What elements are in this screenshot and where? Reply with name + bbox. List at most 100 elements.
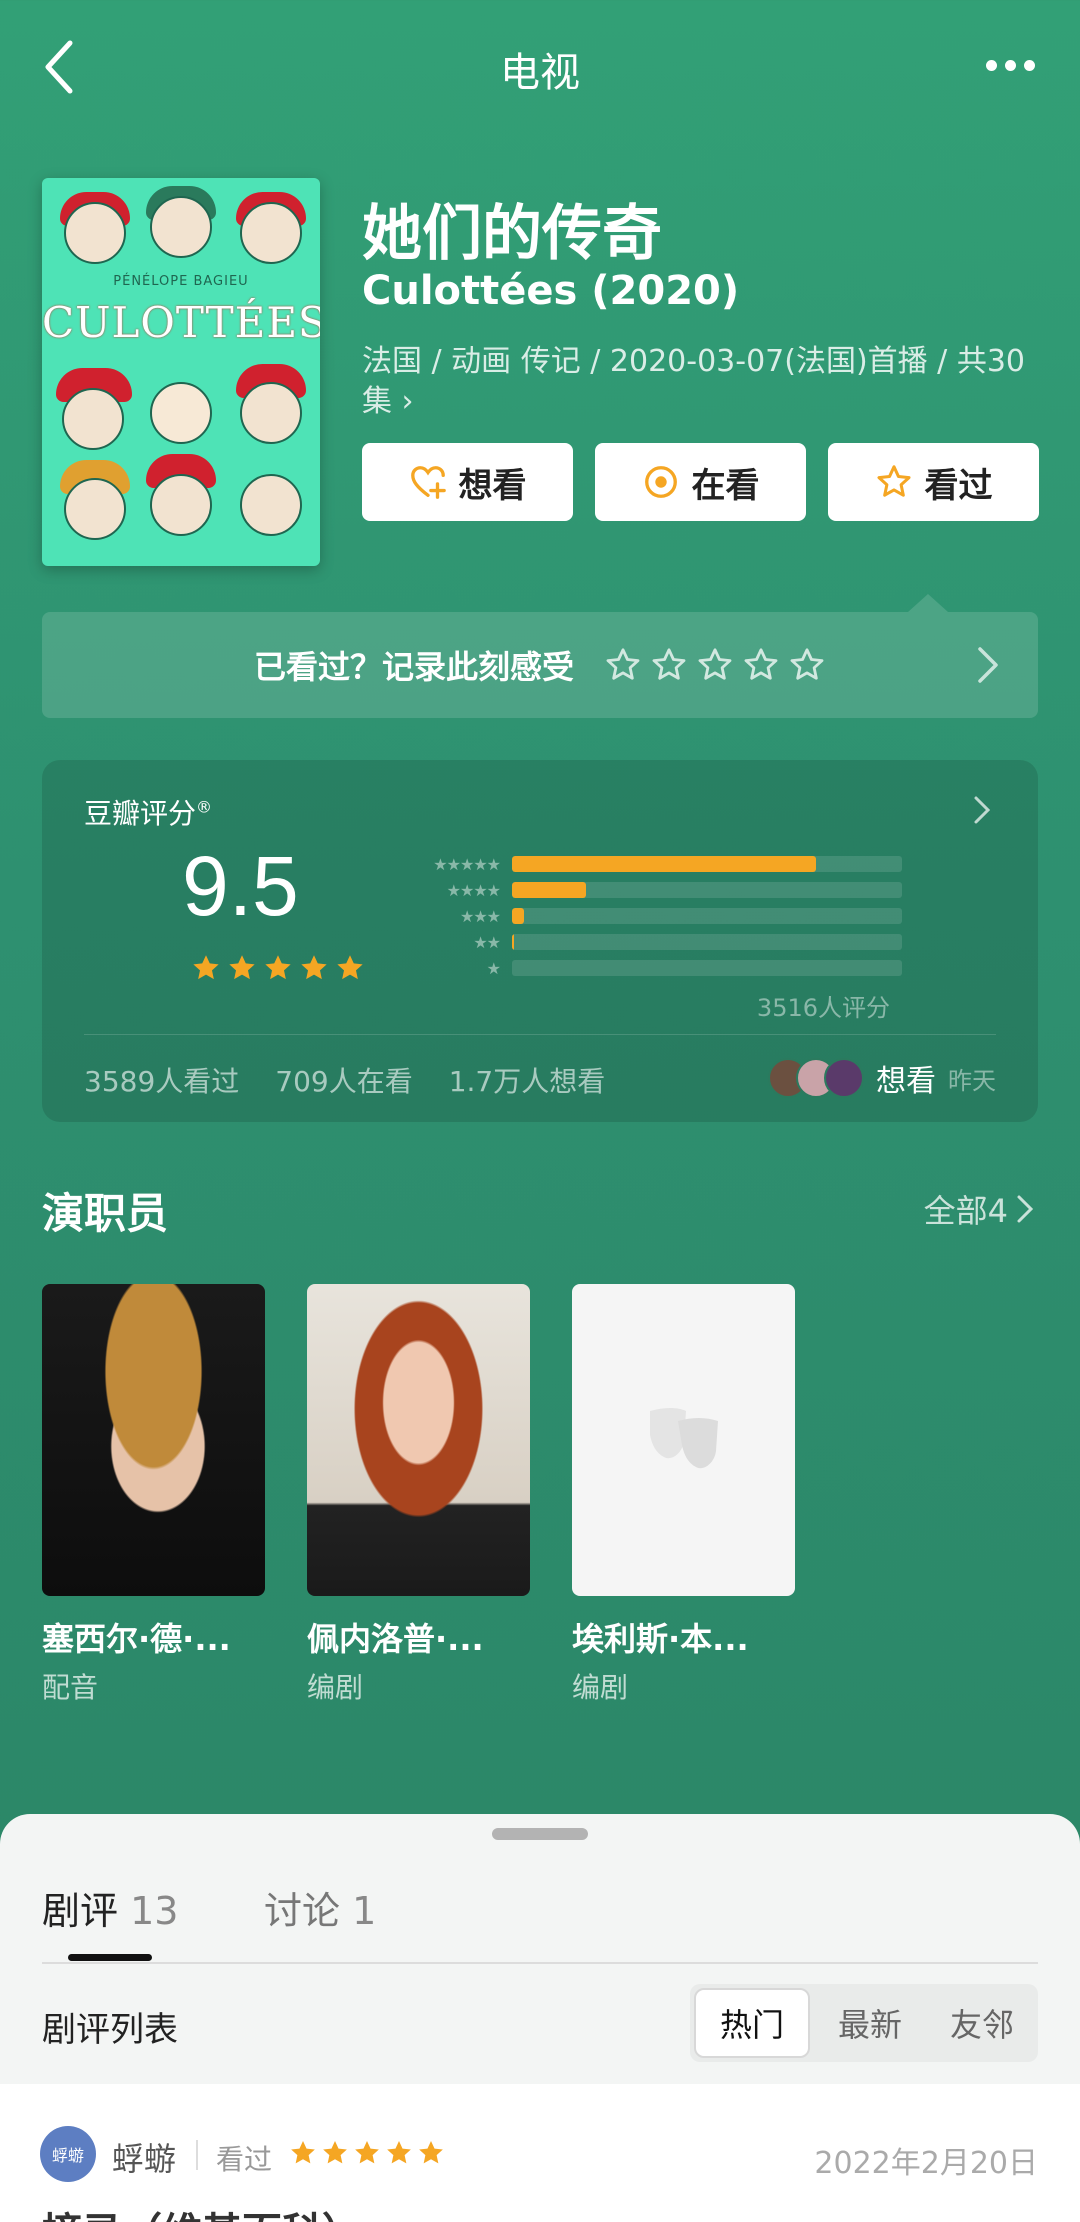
sort-latest[interactable]: 最新 (814, 1988, 926, 2058)
review-stars (288, 2138, 446, 2168)
bar-star-label: ★ (486, 958, 501, 978)
sort-segmented-control: 热门 最新 友邻 (690, 1984, 1038, 2062)
cast-name: 埃利斯·本... (572, 1620, 749, 1658)
review-item[interactable]: 蜉蝣 蜉蝣 看过 2022年2月20日 摘录（维基百科） (0, 2084, 1080, 2222)
review-list-label: 剧评列表 (42, 2010, 178, 2050)
cast-photo (42, 1284, 265, 1596)
review-status: 看过 (216, 2143, 273, 2176)
rating-bar-2: ★★ (392, 932, 902, 952)
rate-prompt-text: 已看过？记录此刻感受 (253, 648, 574, 686)
show-title-cn: 她们的传奇 (362, 199, 662, 269)
rating-bar-5: ★★★★★ (392, 854, 902, 874)
strip-pointer (908, 594, 948, 612)
bar-fill (512, 934, 514, 950)
rating-stats: 3589人看过 709人在看 1.7万人想看 (84, 1060, 605, 1100)
tab-discussion-label: 讨论 (264, 1889, 341, 1933)
poster-image[interactable]: PÉNÉLOPE BAGIEU CULOTTÉES 1 (42, 178, 320, 566)
star-outline-icon (876, 465, 911, 497)
star-filled-icon (337, 955, 363, 980)
bar-track (512, 882, 902, 898)
rate-stars[interactable] (604, 646, 826, 684)
stat-want: 1.7万人想看 (448, 1065, 606, 1098)
tab-reviews[interactable]: 剧评 13 (42, 1880, 178, 1935)
rating-bar-1: ★ (392, 958, 902, 978)
star-outline-icon[interactable] (696, 646, 734, 684)
target-icon (644, 466, 677, 498)
bar-fill (512, 882, 587, 898)
review-date: 2022年2月20日 (814, 2146, 1038, 2181)
cast-photo-placeholder (572, 1284, 795, 1596)
active-tab-indicator (68, 1954, 152, 1961)
bar-track (512, 960, 902, 976)
bar-track (512, 934, 902, 950)
star-filled-icon (193, 955, 219, 980)
cast-member[interactable]: 佩内洛普·... 编剧 (307, 1284, 530, 1706)
more-icon (985, 59, 997, 71)
rating-bar-3: ★★★ (392, 906, 902, 926)
friend-time: 昨天 (948, 1066, 996, 1095)
friend-activity[interactable]: 想看 昨天 (768, 1056, 996, 1100)
want-to-watch-button[interactable]: 想看 (362, 443, 573, 521)
star-filled-icon (355, 2141, 379, 2164)
sort-hot[interactable]: 热门 (694, 1988, 810, 2058)
rating-card[interactable]: 豆瓣评分® 9.5 ★★★★★ ★★★★ ★★★ ★★ ★ 3516人评分 3589人看… (42, 760, 1038, 1122)
star-outline-icon[interactable] (604, 646, 642, 684)
cast-role: 编剧 (572, 1671, 629, 1704)
rating-score: 9.5 (182, 839, 299, 933)
review-user[interactable]: 蜉蝣 (112, 2134, 176, 2180)
bar-track (512, 908, 902, 924)
reviews-sheet[interactable]: 剧评 13 讨论 1 剧评列表 热门 最新 友邻 蜉蝣 蜉蝣 看过 2022年2… (0, 1814, 1080, 2222)
bar-star-label: ★★★★ (446, 880, 501, 900)
bar-star-label: ★★ (473, 932, 501, 952)
cast-heading: 演职员 (42, 1189, 169, 1238)
star-filled-icon (291, 2141, 315, 2164)
cast-member[interactable]: 埃利斯·本... 编剧 (572, 1284, 795, 1706)
stat-watching: 709人在看 (275, 1065, 413, 1098)
tab-discussion-count: 1 (352, 1889, 377, 1933)
chevron-right-icon[interactable] (972, 794, 992, 826)
rate-prompt-bar[interactable]: 已看过？记录此刻感受 (42, 612, 1038, 718)
watching-button[interactable]: 在看 (595, 443, 806, 521)
sort-friends[interactable]: 友邻 (926, 1988, 1038, 2058)
watched-button[interactable]: 看过 (828, 443, 1039, 521)
registered-mark: ® (196, 797, 213, 817)
chevron-right-icon (978, 647, 998, 683)
more-options-button[interactable] (970, 40, 1050, 90)
cast-all-link[interactable]: 全部4 (924, 1186, 1034, 1232)
rating-label: 豆瓣评分® (84, 792, 212, 832)
cast-all-text: 全部4 (923, 1192, 1008, 1230)
poster-author: PÉNÉLOPE BAGIEU (113, 274, 249, 289)
score-stars (190, 952, 366, 984)
star-outline-icon[interactable] (788, 646, 826, 684)
show-title-en: Culottées (2020) (362, 268, 740, 314)
drag-handle[interactable] (492, 1828, 588, 1840)
watched-label: 看过 (924, 465, 993, 506)
friend-action: 想看 (876, 1064, 936, 1099)
avatar[interactable]: 蜉蝣 (40, 2126, 96, 2182)
rating-bar-4: ★★★★ (392, 880, 902, 900)
chevron-right-icon: › (401, 384, 414, 419)
avatar (824, 1058, 864, 1098)
star-filled-icon (265, 955, 291, 980)
cast-role: 编剧 (307, 1671, 364, 1704)
cast-name: 塞西尔·德·... (42, 1620, 231, 1658)
show-meta-text: 法国 / 动画 传记 / 2020-03-07(法国)首播 / 共30集 (362, 344, 1026, 419)
cast-name: 佩内洛普·... (307, 1620, 484, 1658)
watching-label: 在看 (691, 465, 760, 506)
cast-member[interactable]: 塞西尔·德·... 配音 (42, 1284, 265, 1706)
stat-watched: 3589人看过 (84, 1065, 240, 1098)
rating-count: 3516人评分 (756, 994, 890, 1022)
want-to-watch-label: 想看 (458, 465, 527, 506)
poster-title: CULOTTÉES (42, 298, 320, 347)
cast-photo (307, 1284, 530, 1596)
tab-discussion[interactable]: 讨论 1 (264, 1880, 376, 1935)
bar-fill (512, 908, 524, 924)
star-filled-icon (387, 2141, 411, 2164)
star-filled-icon (229, 955, 255, 980)
page-title: 电视 (500, 50, 580, 96)
star-outline-icon[interactable] (650, 646, 688, 684)
action-buttons: 想看 在看 看过 (362, 443, 1039, 521)
show-meta[interactable]: 法国 / 动画 传记 / 2020-03-07(法国)首播 / 共30集 › (362, 342, 1042, 422)
divider (84, 1034, 996, 1035)
star-outline-icon[interactable] (742, 646, 780, 684)
